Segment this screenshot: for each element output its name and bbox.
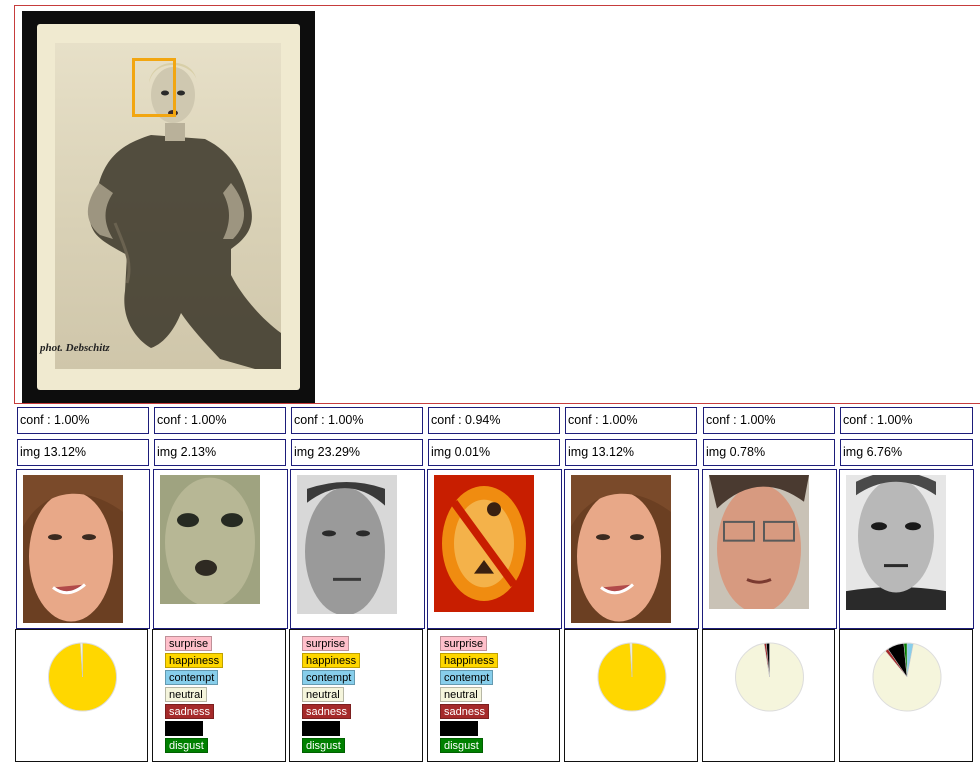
legend-item-anger xyxy=(440,721,478,736)
face-thumbnail-cell[interactable] xyxy=(427,469,562,629)
legend-item-neutral: neutral xyxy=(302,687,344,702)
emotion-pie-chart xyxy=(735,642,804,712)
legend-item-disgust: disgust xyxy=(440,738,483,753)
legend-item-disgust: disgust xyxy=(165,738,208,753)
legend-item-happiness: happiness xyxy=(440,653,499,668)
confidence-label: conf : 1.00% xyxy=(840,407,973,434)
emotion-legend: surprise happiness contempt neutral sadness d… xyxy=(302,636,361,755)
legend-item-contempt: contempt xyxy=(440,670,494,685)
photo-caption: phot. Debschitz xyxy=(40,342,110,354)
legend-item-sadness: sadness xyxy=(165,704,214,719)
legend-item-surprise: surprise xyxy=(440,636,488,651)
legend-item-contempt: contempt xyxy=(302,670,356,685)
confidence-label: conf : 1.00% xyxy=(565,407,697,434)
emotion-legend: surprise happiness contempt neutral sadness d… xyxy=(440,636,499,755)
emotion-chart-cell xyxy=(564,629,698,762)
legend-item-happiness: happiness xyxy=(302,653,361,668)
image-percent-label: img 6.76% xyxy=(840,439,973,466)
vintage-woman-face xyxy=(160,475,260,604)
image-percent-label: img 0.01% xyxy=(428,439,560,466)
confidence-label: conf : 1.00% xyxy=(703,407,835,434)
face-thumbnail-cell[interactable] xyxy=(153,469,288,629)
legend-item-disgust: disgust xyxy=(302,738,345,753)
confidence-label: conf : 1.00% xyxy=(291,407,423,434)
confidence-label: conf : 0.94% xyxy=(428,407,560,434)
emotion-chart-cell: surprise happiness contempt neutral sadness d… xyxy=(427,629,560,762)
face-thumbnail-cell[interactable] xyxy=(839,469,974,629)
legend-item-anger xyxy=(165,721,203,736)
emotion-chart-cell: surprise happiness contempt neutral sadness d… xyxy=(152,629,286,762)
legend-item-sadness: sadness xyxy=(302,704,351,719)
image-percent-label: img 13.12% xyxy=(17,439,149,466)
legend-item-surprise: surprise xyxy=(165,636,213,651)
face-thumbnail-cell[interactable] xyxy=(290,469,425,629)
face-thumbnail-cell[interactable] xyxy=(564,469,699,629)
legend-item-happiness: happiness xyxy=(165,653,224,668)
emotion-pie-chart xyxy=(597,642,667,712)
image-percent-label: img 13.12% xyxy=(565,439,697,466)
man-glasses-face xyxy=(709,475,809,609)
confidence-label: conf : 1.00% xyxy=(154,407,286,434)
legend-item-contempt: contempt xyxy=(165,670,219,685)
emotion-chart-cell xyxy=(15,629,148,762)
bw-man-face xyxy=(297,475,397,614)
image-percent-label: img 23.29% xyxy=(291,439,423,466)
emotion-legend: surprise happiness contempt neutral sadness d… xyxy=(165,636,224,755)
image-percent-label: img 2.13% xyxy=(154,439,286,466)
face-thumbnail-cell[interactable] xyxy=(702,469,837,629)
emotion-chart-cell xyxy=(839,629,973,762)
legend-item-sadness: sadness xyxy=(440,704,489,719)
legend-item-anger xyxy=(302,721,340,736)
engraved-man-face xyxy=(846,475,946,610)
woman-smiling-face xyxy=(571,475,671,623)
confidence-label: conf : 1.00% xyxy=(17,407,149,434)
woman-smiling-face xyxy=(23,475,123,623)
emotion-chart-cell xyxy=(702,629,835,762)
no-face-symbol xyxy=(434,475,534,612)
emotion-pie-chart xyxy=(872,642,942,712)
legend-item-neutral: neutral xyxy=(165,687,207,702)
emotion-pie-chart xyxy=(48,642,117,712)
image-percent-label: img 0.78% xyxy=(703,439,835,466)
legend-item-surprise: surprise xyxy=(302,636,350,651)
emotion-chart-cell: surprise happiness contempt neutral sadness d… xyxy=(289,629,423,762)
face-thumbnail-cell[interactable] xyxy=(16,469,150,629)
face-detection-box xyxy=(132,58,176,117)
legend-item-neutral: neutral xyxy=(440,687,482,702)
